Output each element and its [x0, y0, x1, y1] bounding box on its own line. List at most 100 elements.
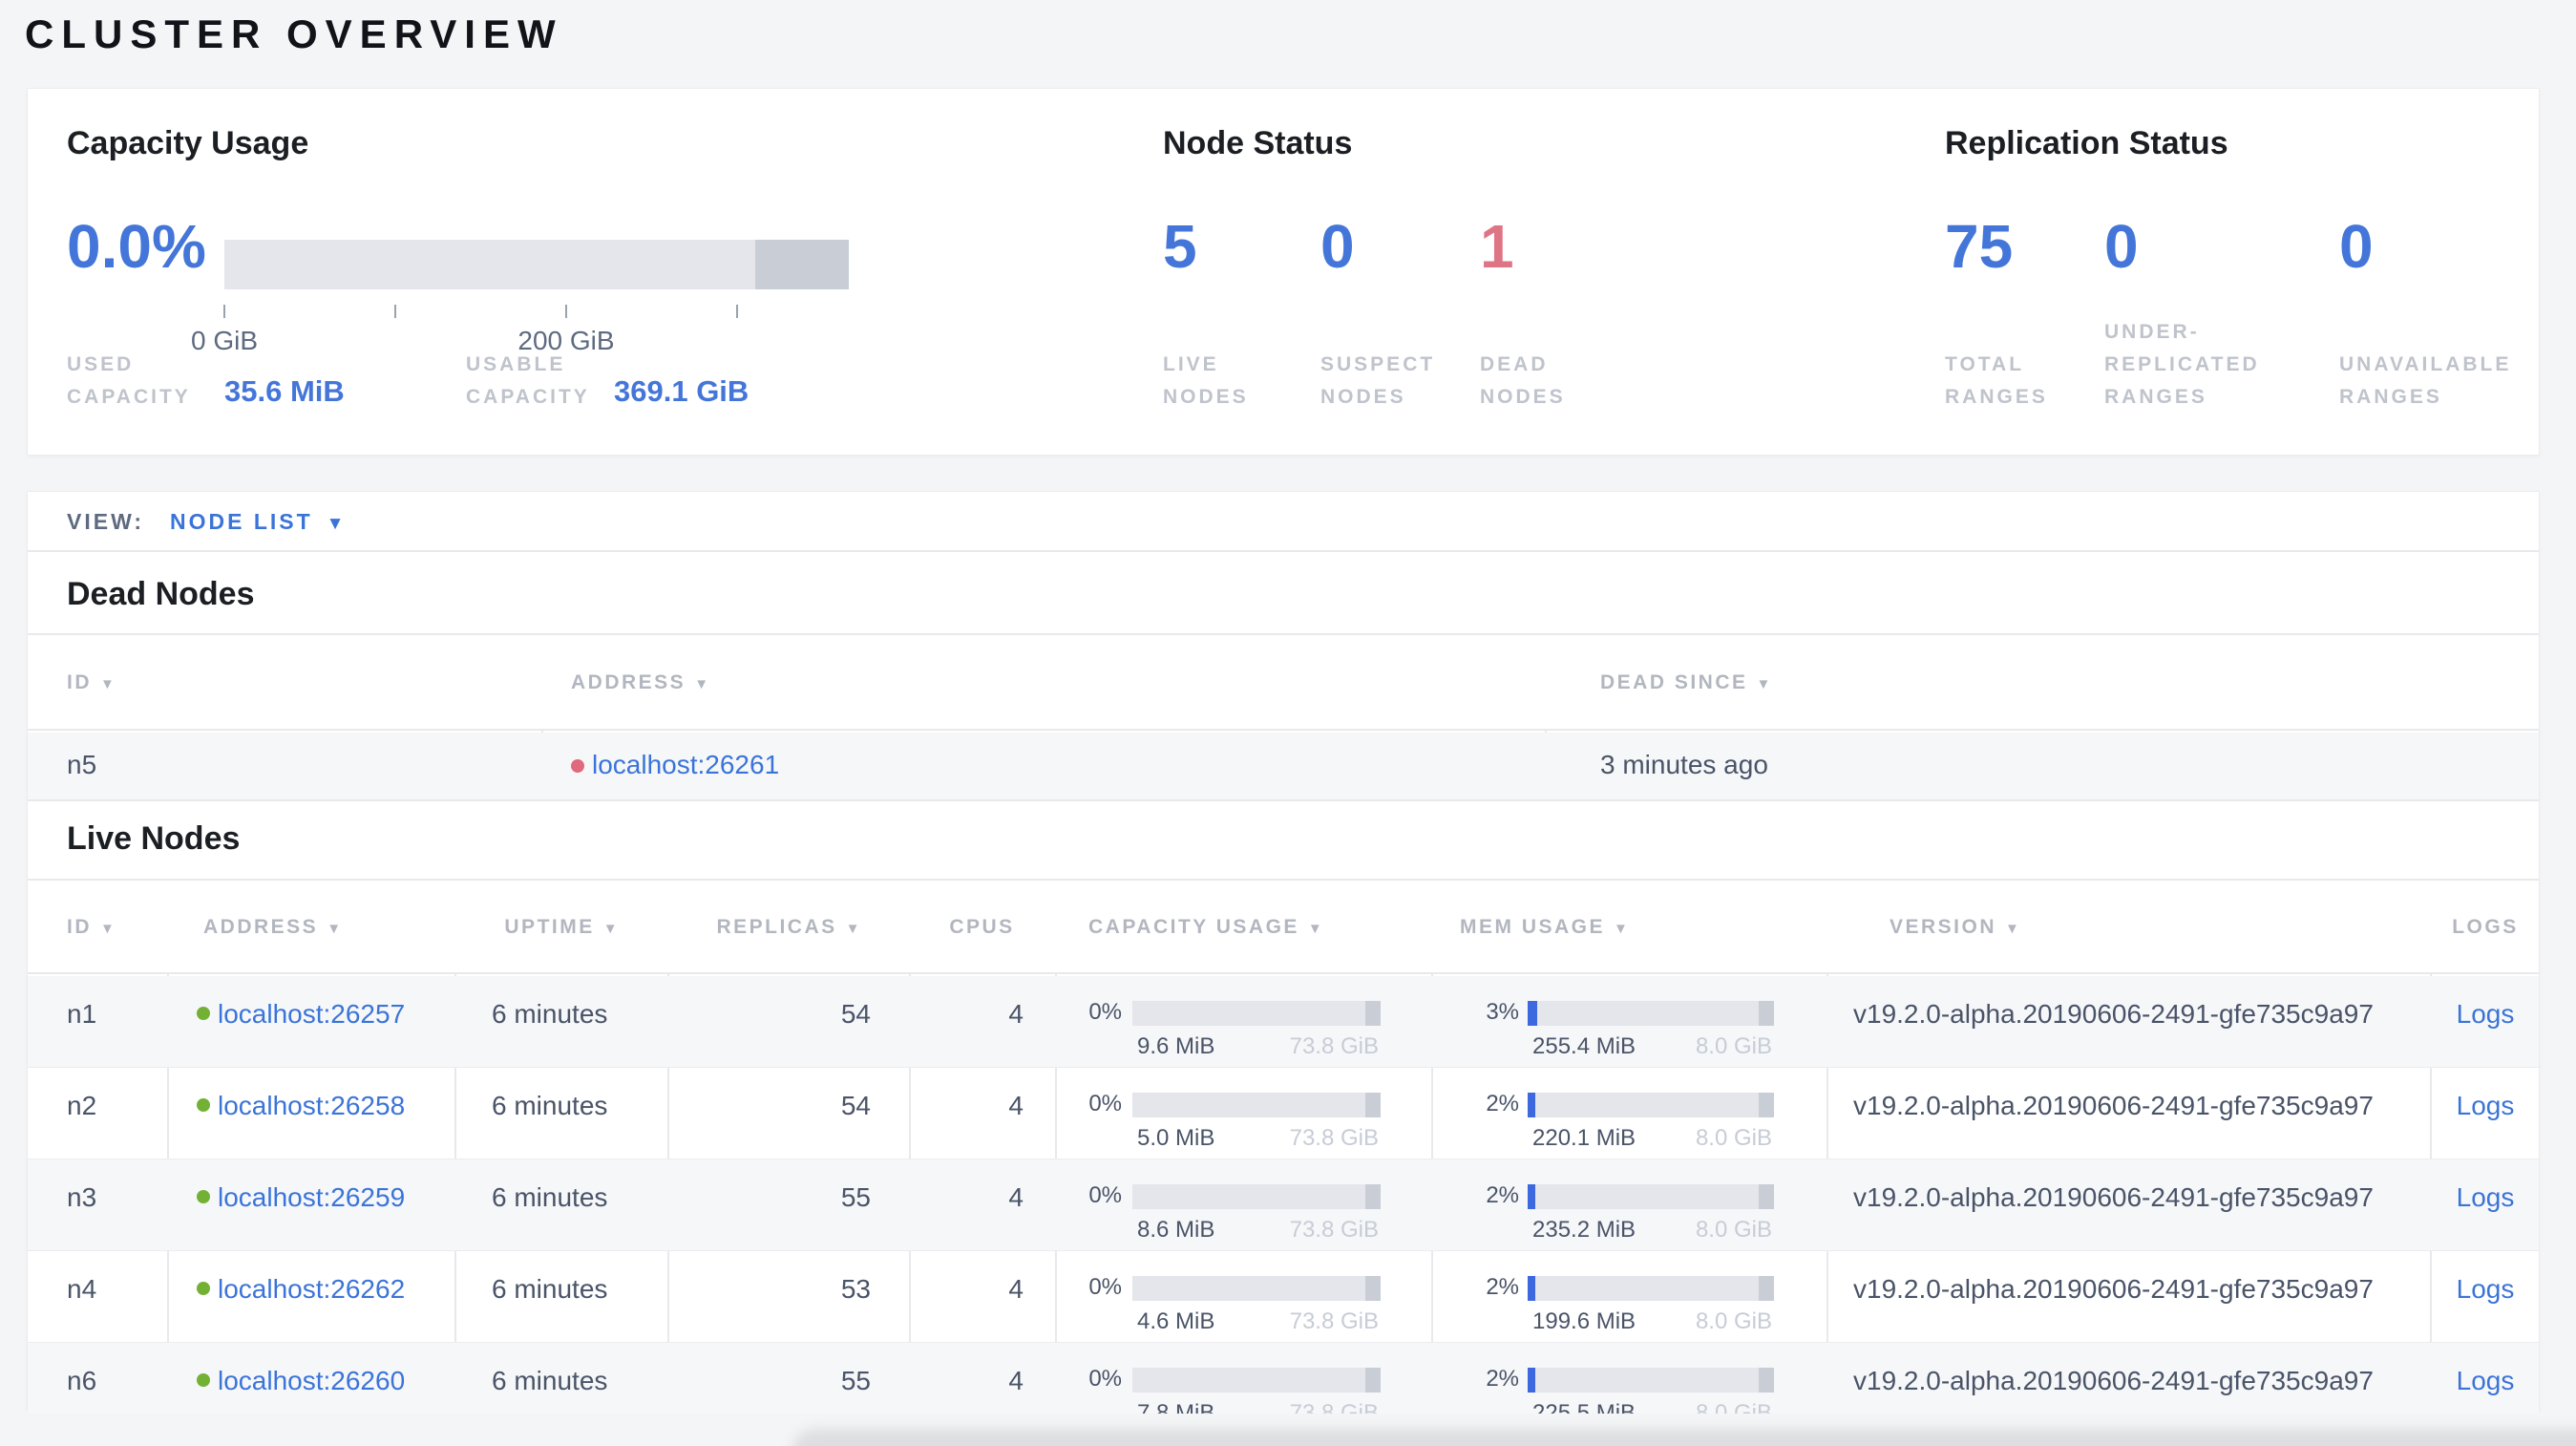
- view-selector[interactable]: NODE LIST ▼: [170, 509, 344, 535]
- mem-percent-label: 2%: [1486, 1091, 1519, 1116]
- node-id: n4: [67, 1274, 97, 1304]
- bar-fill: [1528, 1001, 1537, 1026]
- live-header-uptime[interactable]: UPTIME ▼: [454, 916, 667, 939]
- node-version: v19.2.0-alpha.20190606-2491-gfe735c9a97: [1853, 999, 2374, 1029]
- dead-nodes-label: DEAD NODES: [1480, 349, 1566, 414]
- node-id: n1: [67, 999, 97, 1029]
- label-line: NODES: [1480, 386, 1566, 408]
- total-ranges-label: TOTAL RANGES: [1945, 349, 2048, 414]
- mem-usage-bar: [1528, 1276, 1774, 1301]
- live-header-cpus[interactable]: CPUS: [909, 916, 1055, 939]
- unavailable-ranges-count: 0: [2339, 212, 2374, 281]
- node-address-link[interactable]: localhost:26257: [218, 999, 405, 1030]
- mem-total-value: 8.0 GiB: [1695, 1033, 1772, 1059]
- label-line: DEAD: [1480, 353, 1549, 375]
- logs-link[interactable]: Logs: [2430, 1366, 2539, 1396]
- live-header-mem-usage[interactable]: MEM USAGE ▼: [1460, 916, 1628, 939]
- label-line: TOTAL: [1945, 353, 2025, 375]
- node-uptime: 6 minutes: [492, 1182, 608, 1212]
- sort-arrow-icon: ▼: [1307, 921, 1322, 937]
- table-row: n1 localhost:26257 6 minutes 54 4 0% 9.6…: [28, 976, 2539, 1068]
- view-selected-value[interactable]: NODE LIST: [170, 509, 313, 534]
- label-line: NODES: [1163, 386, 1249, 408]
- node-uptime: 6 minutes: [492, 1091, 608, 1120]
- node-replicas: 53: [840, 1274, 871, 1304]
- summary-card: Capacity Usage 0.0% 0 GiB 200 GiB USED C…: [27, 88, 2540, 456]
- total-ranges-count: 75: [1945, 212, 2014, 281]
- node-address-link[interactable]: localhost:26262: [218, 1274, 405, 1305]
- dead-header-id[interactable]: ID ▼: [67, 671, 115, 694]
- bar-fill: [1528, 1184, 1535, 1209]
- live-header-capacity-usage[interactable]: CAPACITY USAGE ▼: [1088, 916, 1322, 939]
- node-address-link[interactable]: localhost:26260: [218, 1366, 405, 1396]
- live-header-version[interactable]: VERSION ▼: [1890, 916, 2019, 939]
- bar-endcap: [1759, 1184, 1774, 1209]
- mem-percent-label: 2%: [1486, 1366, 1519, 1392]
- node-status-title: Node Status: [1163, 125, 1353, 161]
- bar-fill: [1528, 1276, 1535, 1301]
- label-line: CAPACITY: [466, 386, 590, 408]
- label-line: USABLE: [466, 353, 566, 375]
- capacity-total-value: 73.8 GiB: [1289, 1308, 1379, 1334]
- suspect-nodes-label: SUSPECT NODES: [1320, 349, 1435, 414]
- sort-arrow-icon: ▼: [694, 676, 709, 692]
- mem-total-value: 8.0 GiB: [1695, 1125, 1772, 1151]
- capacity-percent-label: 0%: [1088, 1274, 1122, 1300]
- live-status-dot: [197, 1098, 210, 1112]
- node-version: v19.2.0-alpha.20190606-2491-gfe735c9a97: [1853, 1274, 2374, 1304]
- dead-header-address[interactable]: ADDRESS ▼: [571, 671, 708, 694]
- chevron-down-icon[interactable]: ▼: [327, 514, 345, 534]
- cluster-overview-page: CLUSTER OVERVIEW Capacity Usage 0.0% 0 G…: [0, 0, 2576, 1446]
- logs-link[interactable]: Logs: [2430, 1182, 2539, 1213]
- live-header-address[interactable]: ADDRESS ▼: [203, 916, 341, 939]
- capacity-usage-title: Capacity Usage: [67, 125, 309, 161]
- live-header-replicas[interactable]: REPLICAS ▼: [667, 916, 909, 939]
- mem-total-value: 8.0 GiB: [1695, 1308, 1772, 1334]
- gauge-tick: [223, 305, 225, 318]
- node-address-link[interactable]: localhost:26259: [218, 1182, 405, 1213]
- mem-total-value: 8.0 GiB: [1695, 1400, 1772, 1414]
- sort-arrow-icon: ▼: [602, 921, 618, 937]
- bar-endcap: [1365, 1001, 1381, 1026]
- used-capacity-value: 35.6 MiB: [224, 374, 345, 408]
- label-line: SUSPECT: [1320, 353, 1436, 375]
- node-cpus: 4: [1008, 1366, 1024, 1395]
- logs-link[interactable]: Logs: [2430, 1274, 2539, 1305]
- live-nodes-label: LIVE NODES: [1163, 349, 1249, 414]
- usable-capacity-value: 369.1 GiB: [614, 374, 750, 408]
- dead-node-address-link[interactable]: localhost:26261: [592, 750, 779, 780]
- live-header-logs[interactable]: LOGS: [2430, 916, 2541, 939]
- dead-header-dead-since[interactable]: DEAD SINCE ▼: [1600, 671, 1770, 694]
- table-row: n3 localhost:26259 6 minutes 55 4 0% 8.6…: [28, 1159, 2539, 1251]
- dead-nodes-count: 1: [1480, 212, 1514, 281]
- bar-endcap: [1759, 1368, 1774, 1393]
- sort-arrow-icon: ▼: [1614, 921, 1628, 937]
- dead-since-value: 3 minutes ago: [1600, 750, 1768, 779]
- logs-link[interactable]: Logs: [2430, 1091, 2539, 1121]
- sort-arrow-icon: ▼: [2005, 921, 2019, 937]
- label-line: NODES: [1320, 386, 1406, 408]
- node-uptime: 6 minutes: [492, 1366, 608, 1395]
- node-address-link[interactable]: localhost:26258: [218, 1091, 405, 1121]
- bar-endcap: [1759, 1276, 1774, 1301]
- bar-fill: [1528, 1368, 1535, 1393]
- capacity-percent-label: 0%: [1088, 1182, 1122, 1208]
- dead-nodes-table: ID ▼ ADDRESS ▼ DEAD SINCE ▼ n5 localhost:26…: [28, 633, 2539, 801]
- gauge-tick: [394, 305, 396, 318]
- capacity-usage-bar: [1132, 1093, 1381, 1117]
- capacity-gauge-bar: [224, 240, 849, 289]
- live-header-id[interactable]: ID ▼: [67, 916, 115, 939]
- dead-nodes-header-row: ID ▼ ADDRESS ▼ DEAD SINCE ▼: [28, 635, 2539, 731]
- table-row: n2 localhost:26258 6 minutes 54 4 0% 5.0…: [28, 1068, 2539, 1159]
- bar-endcap: [1365, 1184, 1381, 1209]
- capacity-usage-bar: [1132, 1184, 1381, 1209]
- node-cpus: 4: [1008, 999, 1024, 1029]
- mem-total-value: 8.0 GiB: [1695, 1217, 1772, 1243]
- bar-fill: [1528, 1093, 1535, 1117]
- label-line: UNAVAILABLE: [2339, 353, 2512, 375]
- label-line: RANGES: [2104, 386, 2207, 408]
- node-uptime: 6 minutes: [492, 999, 608, 1029]
- logs-link[interactable]: Logs: [2430, 999, 2539, 1030]
- replication-status-title: Replication Status: [1945, 125, 2228, 161]
- bar-endcap: [1759, 1093, 1774, 1117]
